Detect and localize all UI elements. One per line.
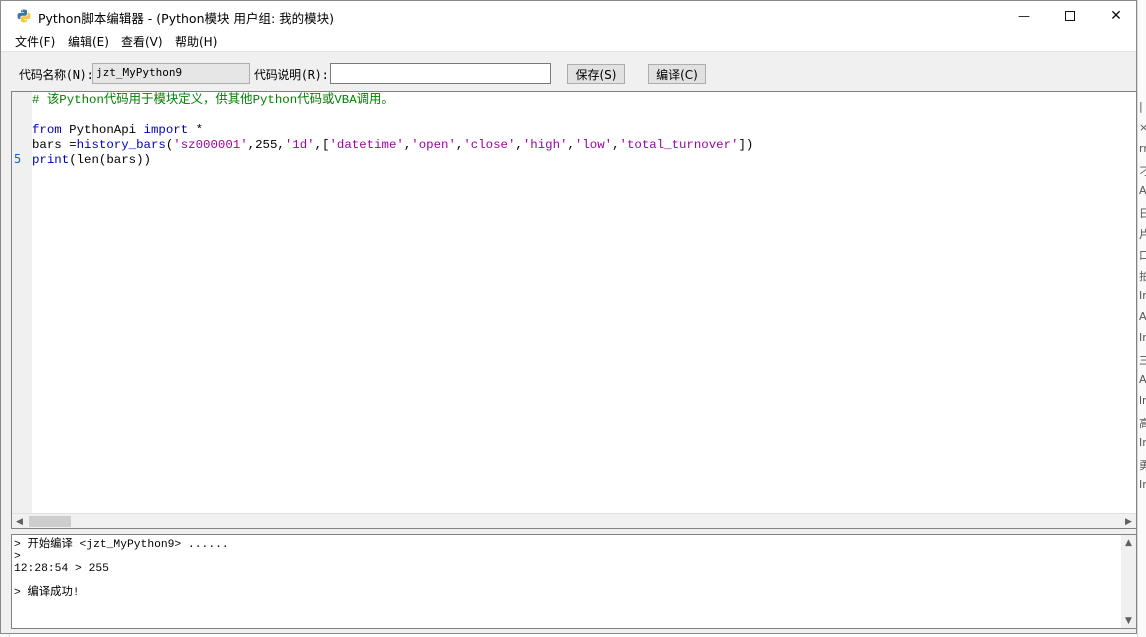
background-text-fragment: Ar: [1139, 184, 1146, 197]
output-line: 12:28:54 > 255: [14, 563, 109, 575]
close-button[interactable]: ✕: [1093, 1, 1139, 31]
code-name-field[interactable]: jzt_MyPython9: [92, 63, 250, 84]
import-star: *: [188, 123, 204, 137]
background-text-fragment: ×: [1139, 121, 1146, 134]
code-line-import: from PythonApi import *: [32, 123, 203, 138]
compile-button[interactable]: 编译(C): [648, 64, 706, 84]
menu-view[interactable]: 查看(V): [121, 33, 163, 50]
menu-file[interactable]: 文件(F): [15, 33, 55, 50]
string-field-high: 'high': [522, 138, 568, 152]
code-line-history-bars: bars =history_bars('sz000001',255,'1d',[…: [32, 138, 753, 153]
keyword-import: import: [143, 123, 189, 137]
module-name: PythonApi: [61, 123, 144, 137]
background-text-fragment: Ar: [1139, 310, 1146, 323]
list-open: ,[: [314, 138, 330, 152]
window-title: Python脚本编辑器 - (Python模块 用户组: 我的模块): [38, 11, 335, 26]
keyword-from: from: [32, 123, 62, 137]
comma: ,: [515, 138, 523, 152]
background-window-right: | × rm 刁 Ar 日片口拍 Ir Ar Ir 三 Ar lr 高 Ir 勇 Ir: [1137, 0, 1146, 637]
background-text-fragment: 拍: [1139, 268, 1146, 284]
print-args: (len(bars)): [69, 153, 151, 167]
arg-sep: ,255,: [247, 138, 285, 152]
assign-var: bars =: [32, 138, 77, 152]
compile-output-panel[interactable]: > 开始编译 <jzt_MyPython9> ...... > 12:28:54…: [11, 534, 1137, 629]
menu-edit[interactable]: 编辑(E): [68, 33, 109, 50]
background-text-fragment: 三: [1139, 352, 1146, 368]
menu-bar: 文件(F) 编辑(E) 查看(V) 帮助(H): [1, 31, 1136, 51]
save-button[interactable]: 保存(S): [567, 64, 625, 84]
string-field-datetime: 'datetime': [329, 138, 404, 152]
function-print: print: [32, 153, 70, 167]
code-line-print: print(len(bars)): [32, 153, 151, 168]
background-text-fragment: Ir: [1139, 289, 1146, 302]
scroll-up-icon[interactable]: ▲: [1121, 535, 1136, 550]
background-text-fragment: Ir: [1139, 478, 1146, 491]
background-text-fragment: Ar: [1139, 373, 1146, 386]
scroll-left-icon[interactable]: ◀: [12, 514, 27, 528]
python-logo-icon: [17, 9, 31, 23]
menu-help[interactable]: 帮助(H): [175, 33, 217, 50]
background-text-fragment: rm: [1139, 142, 1146, 155]
line-number: 5: [14, 152, 22, 166]
code-editor[interactable]: 5 # 该Python代码用于模块定义，供其他Python代码或VBA调用。 f…: [11, 91, 1137, 529]
string-field-close: 'close': [463, 138, 516, 152]
background-text-fragment: lr: [1139, 394, 1146, 407]
code-line-comment: # 该Python代码用于模块定义，供其他Python代码或VBA调用。: [32, 93, 394, 107]
code-info-toolbar: 代码名称(N): jzt_MyPython9 代码说明(R): 保存(S) 编译…: [1, 51, 1136, 91]
minimize-icon: —: [1018, 9, 1030, 23]
scroll-right-icon[interactable]: ▶: [1121, 514, 1136, 528]
background-text-fragment: 口: [1139, 247, 1146, 263]
comma: ,: [612, 138, 620, 152]
background-text-fragment: 勇: [1139, 457, 1146, 473]
background-text-fragment: 高: [1139, 415, 1146, 431]
code-description-input[interactable]: [330, 63, 551, 84]
list-close: ]): [738, 138, 754, 152]
string-field-low: 'low': [574, 138, 613, 152]
background-text-fragment: 日: [1139, 205, 1146, 221]
background-text-fragment: 片: [1139, 226, 1146, 242]
python-script-editor-window: Python脚本编辑器 - (Python模块 用户组: 我的模块) — ✕ 文…: [0, 0, 1137, 634]
output-line: >: [14, 551, 21, 563]
output-line: > 编译成功!: [14, 587, 80, 599]
close-icon: ✕: [1110, 8, 1122, 24]
maximize-icon: [1065, 11, 1075, 21]
maximize-button[interactable]: [1047, 1, 1093, 31]
code-name-label: 代码名称(N):: [19, 68, 94, 82]
screen: 式ctctctctctctctctctctctctctctctctctctctc…: [0, 0, 1146, 637]
background-text-fragment: Ir: [1139, 436, 1146, 449]
minimize-button[interactable]: —: [1001, 1, 1047, 31]
string-field-total-turnover: 'total_turnover': [619, 138, 739, 152]
string-field-open: 'open': [411, 138, 456, 152]
string-symbol: 'sz000001': [173, 138, 248, 152]
output-line: > 开始编译 <jzt_MyPython9> ......: [14, 539, 229, 551]
background-text-fragment: |: [1139, 100, 1143, 113]
title-bar[interactable]: Python脚本编辑器 - (Python模块 用户组: 我的模块) — ✕: [1, 1, 1136, 31]
function-history-bars: history_bars: [76, 138, 166, 152]
background-text-fragment: Ir: [1139, 331, 1146, 344]
background-text-fragment: 刁: [1139, 163, 1146, 179]
comma: ,: [567, 138, 575, 152]
string-frequency: '1d': [284, 138, 315, 152]
scroll-down-icon[interactable]: ▼: [1121, 613, 1136, 628]
code-description-label: 代码说明(R):: [254, 68, 329, 82]
editor-horizontal-scrollbar[interactable]: ◀ ▶: [12, 513, 1136, 528]
output-vertical-scrollbar[interactable]: ▲ ▼: [1121, 535, 1136, 628]
line-number-gutter: 5: [12, 92, 32, 513]
scrollbar-thumb[interactable]: [29, 516, 71, 527]
